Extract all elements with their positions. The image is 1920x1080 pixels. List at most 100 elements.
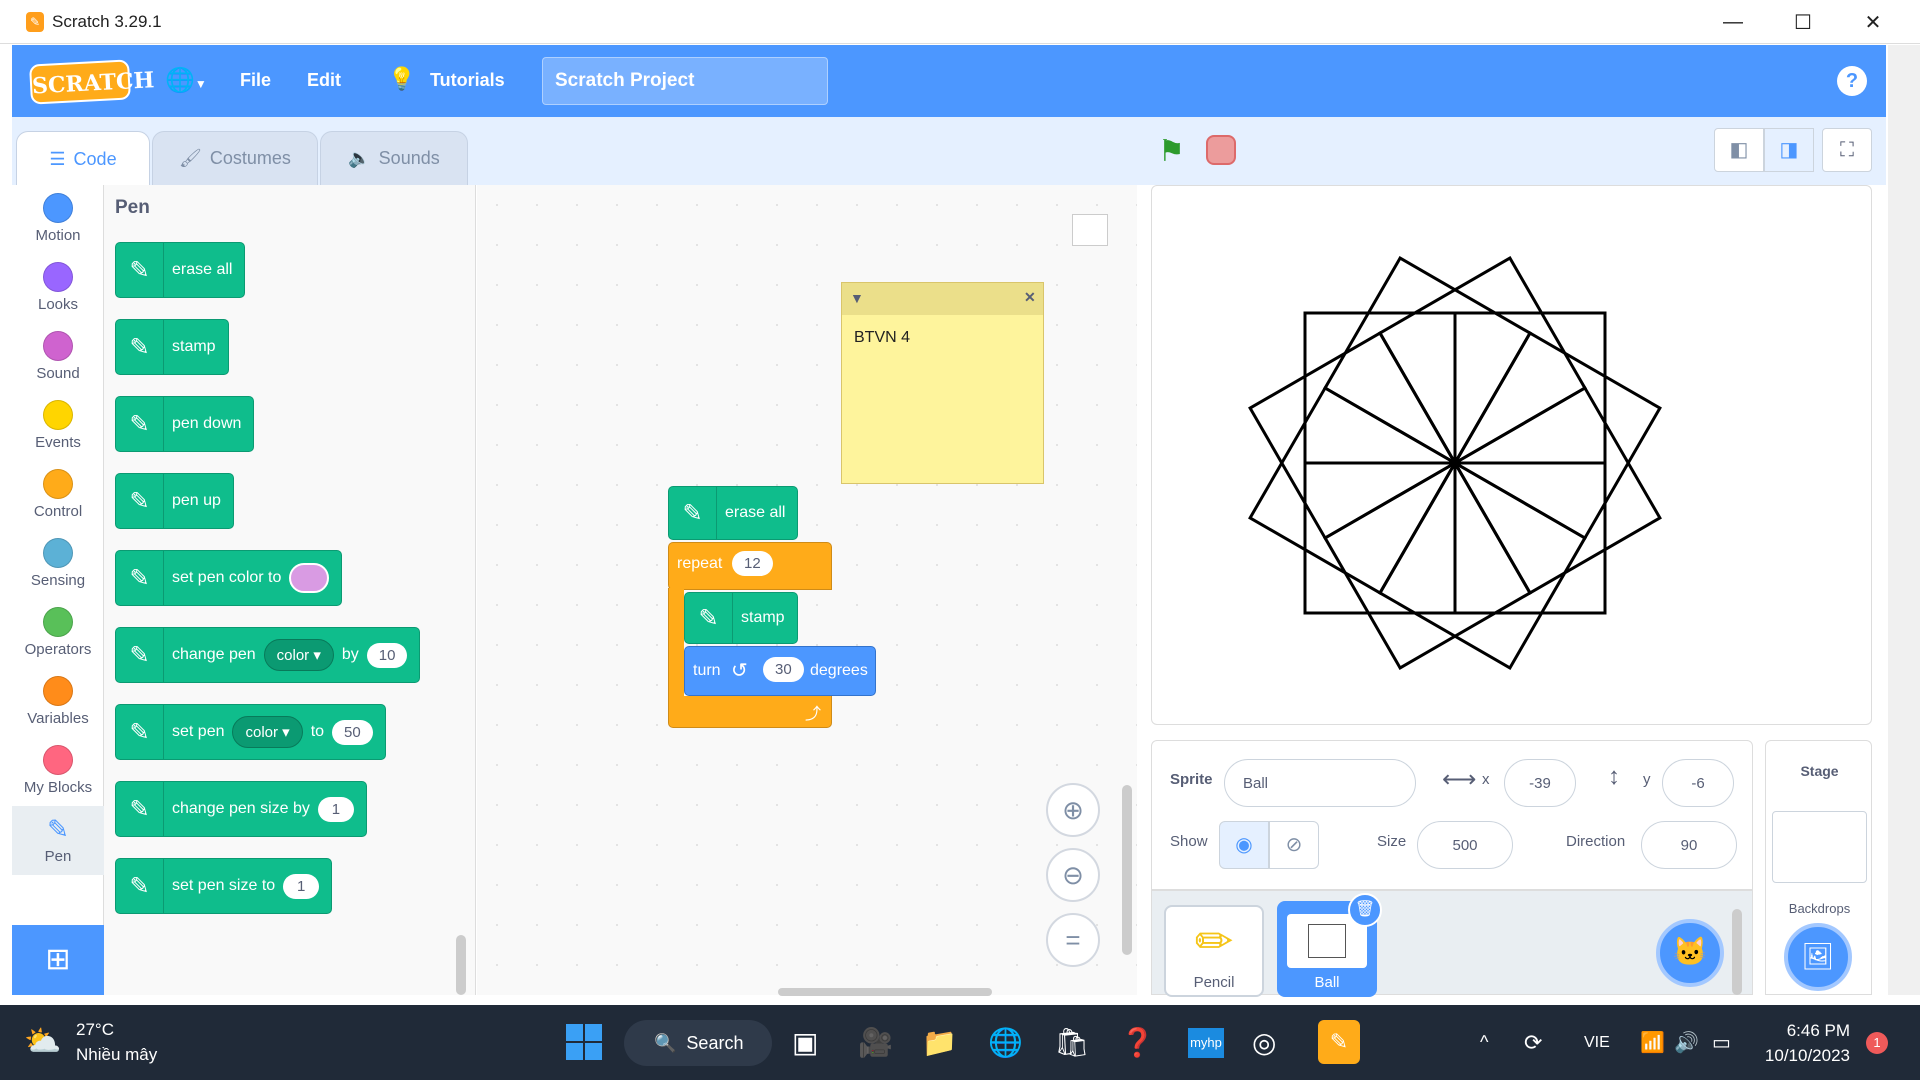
sprite-tile-pencil[interactable]: ✏ Pencil [1164,905,1264,997]
stage-canvas[interactable] [1151,185,1872,725]
scratch-taskbar-icon[interactable]: ✎ [1318,1020,1360,1064]
windows-start-icon[interactable] [566,1024,602,1060]
green-flag-icon[interactable]: ⚑ [1158,134,1185,169]
value-input[interactable]: 50 [332,719,373,745]
category-sound[interactable]: Sound [12,323,104,392]
small-stage-button[interactable]: ◧ [1714,128,1764,172]
value-input[interactable]: 1 [283,873,320,899]
add-backdrop-icon[interactable]: 🖼 [1784,923,1852,991]
edge-icon[interactable]: 🌐 [988,1026,1023,1059]
maximize-icon[interactable]: ☐ [1768,0,1838,44]
category-events[interactable]: Events [12,392,104,461]
size-input[interactable]: 500 [1417,821,1513,869]
large-stage-button[interactable]: ◨ [1764,128,1814,172]
window-scrollbar[interactable] [1888,45,1920,995]
pen-icon: ✎ [685,593,733,643]
file-explorer-icon[interactable]: 📁 [922,1026,957,1059]
zoom-reset-button[interactable]: = [1046,913,1100,967]
y-input[interactable]: -6 [1662,759,1734,807]
note-text[interactable]: BTVN 4 [854,329,910,347]
block-change-pen-size[interactable]: ✎ change pen size by 1 [115,781,367,837]
battery-icon[interactable]: ▭ [1712,1030,1731,1055]
notification-badge[interactable]: 1 [1866,1032,1888,1054]
category-my-blocks[interactable]: My Blocks [12,737,104,806]
scratch-logo[interactable]: SCRATCH [29,59,155,105]
volume-icon[interactable]: 🔊 [1674,1030,1699,1055]
block-set-pen-size[interactable]: ✎ set pen size to 1 [115,858,333,914]
value-input[interactable]: 10 [366,642,408,668]
comment-note[interactable]: ▼ ✕ BTVN 4 [841,282,1044,484]
teams-icon[interactable]: 🎥 [858,1026,893,1059]
zoom-out-button[interactable]: ⊖ [1046,848,1100,902]
repeat-count-input[interactable]: 12 [732,551,773,576]
sprite-list-scrollbar[interactable] [1732,909,1742,995]
param-dropdown[interactable]: color ▾ [232,716,303,748]
file-menu[interactable]: File [240,70,271,91]
fullscreen-button[interactable]: ⛶ [1822,128,1872,172]
stage-thumbnail[interactable] [1772,811,1867,883]
weather-temp[interactable]: 27°C [76,1020,114,1040]
palette-scrollbar[interactable] [456,935,466,995]
turn-degrees-input[interactable]: 30 [763,657,804,682]
chrome-icon[interactable]: ◎ [1252,1026,1276,1059]
add-extension-button[interactable]: ⊞ [12,925,104,995]
block-stamp[interactable]: ✎ stamp [115,319,229,375]
myhp-icon[interactable]: myhp [1188,1028,1224,1058]
category-control[interactable]: Control [12,461,104,530]
script-horizontal-scrollbar[interactable] [778,988,992,996]
block-change-pen-param[interactable]: ✎ change pen color ▾ by 10 [115,627,421,683]
category-operators[interactable]: Operators [12,599,104,668]
collapse-arrow-icon[interactable]: ▼ [850,290,864,306]
block-erase-all[interactable]: ✎ erase all [115,242,246,298]
zoom-in-button[interactable]: ⊕ [1046,783,1100,837]
language-globe-icon[interactable]: 🌐▼ [165,66,213,96]
store-icon[interactable]: 🛍 [1054,1026,1090,1059]
weather-desc[interactable]: Nhiều mây [76,1045,157,1065]
wifi-icon[interactable]: 📶 [1640,1030,1665,1055]
show-eye-icon[interactable]: ◉ [1219,821,1269,869]
clock-date[interactable]: 10/10/2023 [1754,1046,1850,1066]
help-app-icon[interactable]: ❓ [1120,1026,1155,1059]
help-icon[interactable]: ? [1837,66,1867,96]
block-pen-down[interactable]: ✎ pen down [115,396,255,452]
clock-time[interactable]: 6:46 PM [1762,1021,1850,1041]
minimize-icon[interactable]: — [1698,0,1768,44]
script-vertical-scrollbar[interactable] [1122,785,1132,955]
tab-sounds[interactable]: 🔈 Sounds [320,131,468,185]
language-indicator[interactable]: VIE [1584,1034,1610,1052]
value-input[interactable]: 1 [317,796,354,822]
block-set-pen-color[interactable]: ✎ set pen color to [115,550,343,606]
block-pen-up[interactable]: ✎ pen up [115,473,234,529]
x-input[interactable]: -39 [1504,759,1576,807]
block-set-pen-param[interactable]: ✎ set pen color ▾ to 50 [115,704,386,760]
category-looks[interactable]: Looks [12,254,104,323]
edit-menu[interactable]: Edit [307,70,341,91]
direction-input[interactable]: 90 [1641,821,1737,869]
chevron-up-icon[interactable]: ^ [1480,1032,1488,1053]
category-pen[interactable]: ✎ Pen [12,806,104,875]
script-erase-all[interactable]: ✎ erase all [668,486,799,540]
add-sprite-cat-icon[interactable]: 🐱 [1656,919,1724,987]
taskbar-search[interactable]: 🔍 Search [624,1020,772,1066]
category-variables[interactable]: Variables [12,668,104,737]
tutorials-menu[interactable]: Tutorials [430,70,505,91]
sync-icon[interactable]: ⟳ [1524,1030,1542,1056]
stage-selector[interactable]: Stage Backdrops 🖼 [1765,740,1872,995]
category-motion[interactable]: Motion [12,185,104,254]
param-dropdown[interactable]: color ▾ [263,639,334,671]
category-sensing[interactable]: Sensing [12,530,104,599]
repeat-block[interactable]: repeat 12 [668,542,832,590]
color-swatch[interactable] [289,563,330,593]
sprite-name-input[interactable]: Ball [1224,759,1416,807]
tab-code[interactable]: ☰ Code [16,131,150,187]
stop-sign-icon[interactable] [1206,135,1236,165]
tab-costumes[interactable]: 🖌 Costumes [152,131,318,185]
delete-sprite-icon[interactable]: 🗑 [1348,893,1382,927]
script-stamp[interactable]: ✎ stamp [684,592,798,644]
close-icon[interactable]: ✕ [1838,0,1908,44]
project-title-input[interactable]: Scratch Project [542,57,828,105]
task-view-icon[interactable]: ▣ [792,1026,818,1059]
hide-eye-icon[interactable]: ⊘ [1269,821,1319,869]
turn-block[interactable]: turn ↺ 30 degrees [684,646,876,696]
close-icon[interactable]: ✕ [1024,289,1036,306]
